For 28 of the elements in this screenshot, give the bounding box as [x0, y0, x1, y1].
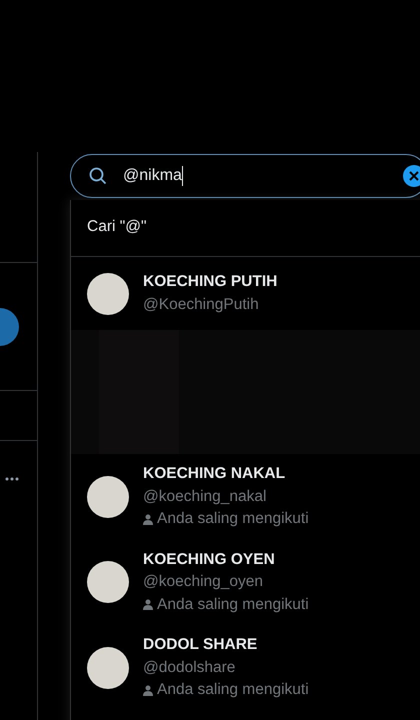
user-handle: @koeching_nakal [143, 486, 268, 506]
close-icon [409, 171, 419, 181]
user-name: KOECHING OYEN [143, 550, 276, 570]
user-handle: @koeching_oyen [143, 572, 264, 592]
user-result[interactable]: KOECHING NAKAL @koeching_nakal Anda saling mengikuti [71, 454, 420, 540]
user-result[interactable]: KOECHING OYEN @koeching_oyen Anda saling mengikuti [71, 540, 420, 625]
user-name: DODOL SHARE [143, 635, 258, 655]
more-icon[interactable] [5, 477, 19, 481]
person-icon [143, 599, 153, 610]
search-field[interactable]: @nikma [70, 154, 420, 198]
user-result[interactable]: KOECHING PUTIH @KoechingPutih [71, 257, 420, 330]
mutual-follow-label: Anda saling mengikuti [157, 594, 309, 614]
avatar-image [87, 561, 129, 604]
avatar-image [87, 476, 129, 518]
user-handle: @KoechingPutih [143, 294, 260, 314]
mutual-follow-label: Anda saling mengikuti [157, 509, 309, 529]
user-name: KOECHING NAKAL [143, 464, 286, 484]
search-suggestion[interactable]: Cari "@" [71, 200, 420, 257]
avatar-image [87, 646, 129, 689]
person-icon [143, 684, 153, 696]
clear-button[interactable] [403, 165, 420, 187]
avatar-image [87, 272, 129, 314]
user-handle: @dodolshare [143, 658, 236, 678]
user-name: KOECHING PUTIH [143, 272, 278, 292]
person-icon [143, 514, 153, 525]
mutual-follow-label: Anda saling mengikuti [157, 680, 309, 700]
search-icon [89, 167, 107, 185]
user-result[interactable]: DODOL SHARE @dodolshare Anda saling mengikuti [71, 625, 420, 710]
